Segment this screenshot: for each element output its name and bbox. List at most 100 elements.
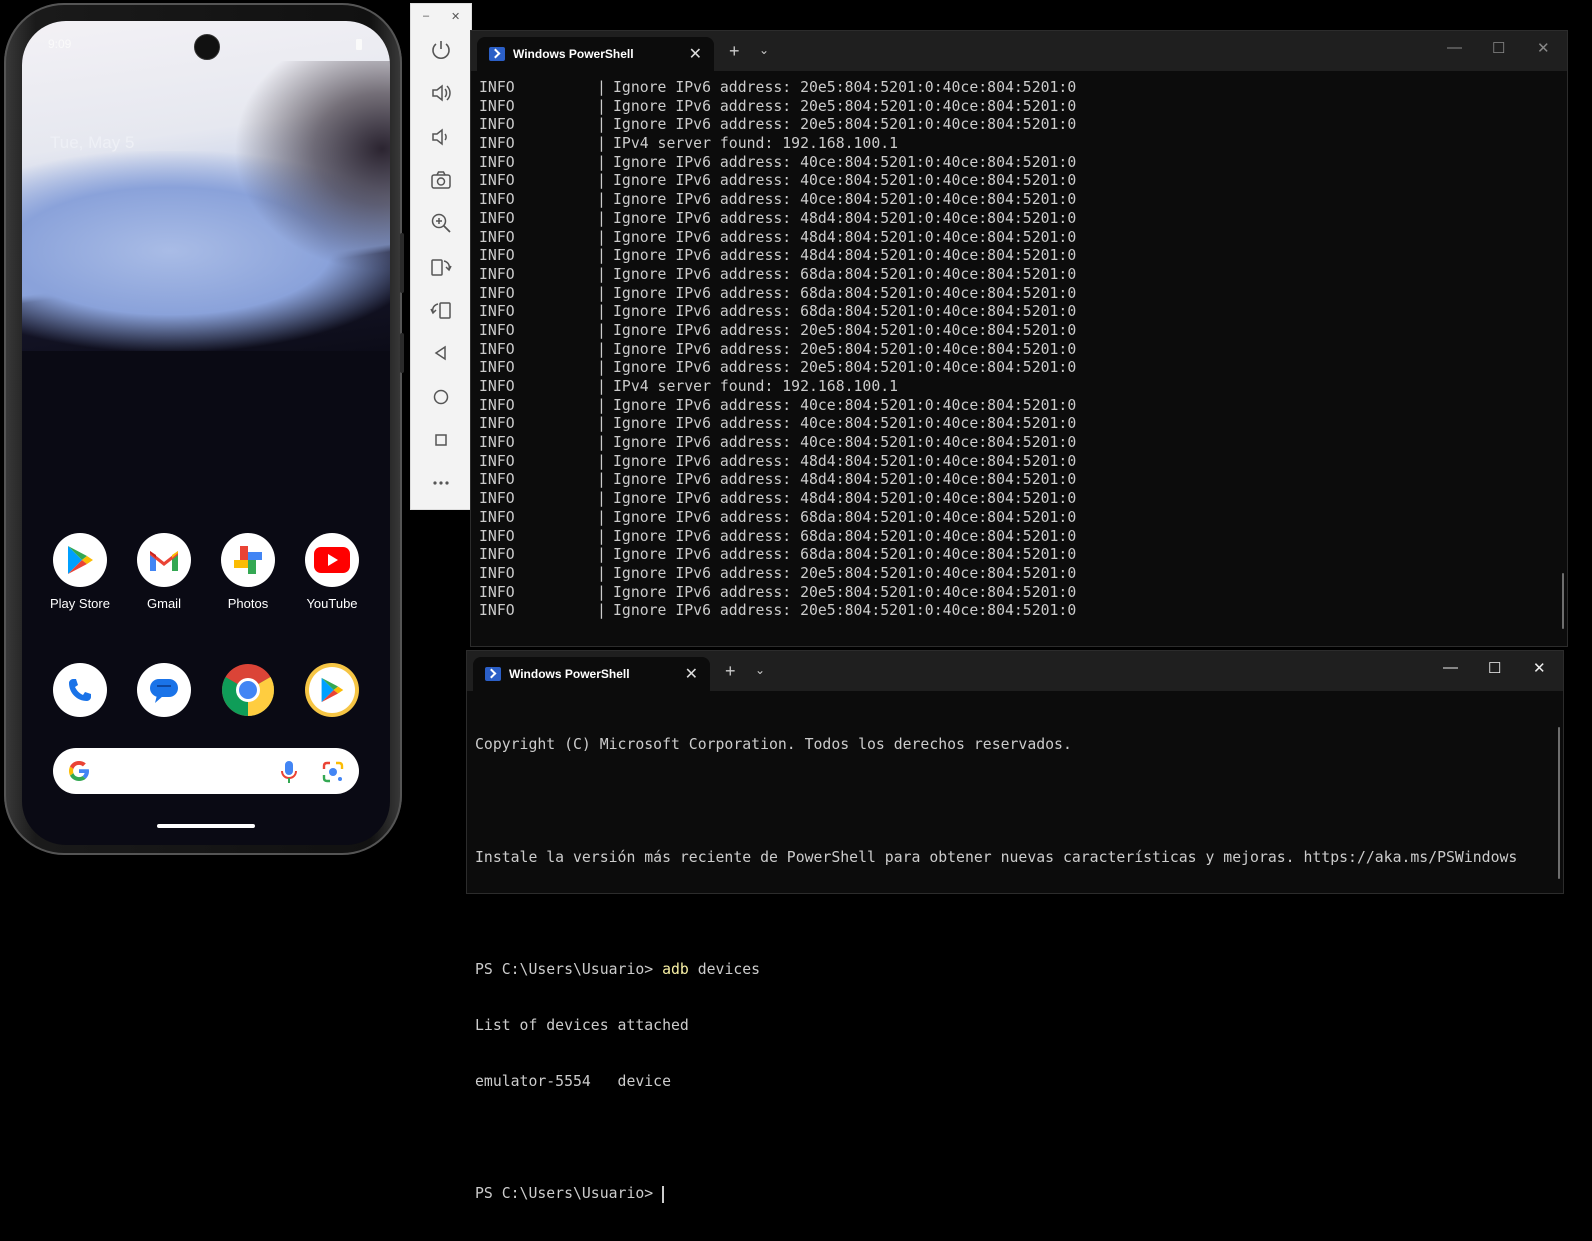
tab-dropdown-button[interactable]: ⌄ <box>755 663 765 677</box>
powershell-icon <box>485 667 501 681</box>
zoom-icon <box>431 213 451 233</box>
terminal-tab[interactable]: Windows PowerShell ✕ <box>477 37 714 71</box>
minimize-button[interactable]: — <box>1443 659 1458 676</box>
new-tab-button[interactable]: + <box>729 41 740 62</box>
power-side-button <box>400 333 404 373</box>
title-bar[interactable]: Windows PowerShell ✕ + ⌄ — ☐ ✕ <box>471 31 1567 71</box>
close-button[interactable]: ✕ <box>1533 659 1546 677</box>
log-message: Ignore IPv6 address: 48d4:804:5201:0:40c… <box>613 247 1077 265</box>
date-widget[interactable]: Tue, May 5 <box>50 133 134 153</box>
app-play-store[interactable]: Play Store <box>38 533 122 611</box>
scrollbar-thumb[interactable] <box>1562 573 1564 629</box>
home-button[interactable] <box>411 378 471 416</box>
app-gmail[interactable]: Gmail <box>122 533 206 611</box>
app-label: YouTube <box>306 596 358 611</box>
log-line: INFO | Ignore IPv6 address: 40ce:804:5201:… <box>479 191 1076 210</box>
scrollbar-thumb[interactable] <box>1558 727 1560 879</box>
output-line: emulator-5554 device <box>475 1072 671 1090</box>
toolbar-minimize-button[interactable]: – <box>423 10 429 22</box>
terminal-output[interactable]: Copyright (C) Microsoft Corporation. Tod… <box>475 699 1517 1241</box>
log-message: Ignore IPv6 address: 68da:804:5201:0:40c… <box>613 265 1077 283</box>
zoom-button[interactable] <box>411 204 471 242</box>
log-message: IPv4 server found: 192.168.100.1 <box>613 378 899 395</box>
log-message: Ignore IPv6 address: 20e5:804:5201:0:40c… <box>613 583 1077 601</box>
log-line: INFO | Ignore IPv6 address: 20e5:804:5201:… <box>479 98 1076 117</box>
mic-icon[interactable] <box>281 760 297 789</box>
output-line: List of devices attached <box>475 1016 689 1034</box>
log-message: Ignore IPv6 address: 20e5:804:5201:0:40c… <box>613 116 1077 134</box>
log-line: INFO | Ignore IPv6 address: 20e5:804:5201:… <box>479 322 1076 341</box>
overview-button[interactable] <box>411 421 471 459</box>
front-camera-cutout <box>194 34 220 60</box>
log-separator: | <box>597 583 606 601</box>
tab-close-button[interactable]: ✕ <box>685 664 698 684</box>
dock-chrome[interactable] <box>206 663 290 717</box>
log-line: INFO | Ignore IPv6 address: 68da:804:5201:… <box>479 509 1076 528</box>
powershell-window-top: Windows PowerShell ✕ + ⌄ — ☐ ✕ INFO | Igno… <box>470 30 1568 647</box>
rotate-left-button[interactable] <box>411 248 471 286</box>
home-icon <box>433 389 449 405</box>
maximize-button[interactable]: ☐ <box>1492 39 1505 57</box>
log-line: INFO | Ignore IPv6 address: 20e5:804:5201:… <box>479 602 1076 621</box>
lens-icon[interactable] <box>321 760 345 789</box>
log-level: INFO <box>479 303 515 321</box>
rotate-right-button[interactable] <box>411 291 471 329</box>
dock-messages[interactable] <box>122 663 206 717</box>
log-separator: | <box>597 135 606 153</box>
log-message: Ignore IPv6 address: 68da:804:5201:0:40c… <box>613 303 1077 321</box>
log-line: INFO | Ignore IPv6 address: 20e5:804:5201:… <box>479 116 1076 135</box>
log-separator: | <box>597 452 606 470</box>
log-line: INFO | Ignore IPv6 address: 40ce:804:5201:… <box>479 154 1076 173</box>
volume-down-icon <box>432 128 447 146</box>
volume-down-button[interactable] <box>411 118 471 156</box>
back-icon <box>434 345 446 361</box>
input-line[interactable]: PS C:\Users\Usuario> <box>475 1185 1517 1204</box>
tab-title: Windows PowerShell <box>509 667 630 681</box>
terminal-tab[interactable]: Windows PowerShell ✕ <box>473 657 710 691</box>
tab-dropdown-button[interactable]: ⌄ <box>759 43 769 57</box>
power-button[interactable] <box>411 31 471 69</box>
log-level: INFO <box>479 359 515 377</box>
log-line: INFO | Ignore IPv6 address: 20e5:804:5201:… <box>479 79 1076 98</box>
log-message: Ignore IPv6 address: 68da:804:5201:0:40c… <box>613 546 1077 564</box>
log-separator: | <box>597 247 606 265</box>
log-message: Ignore IPv6 address: 48d4:804:5201:0:40c… <box>613 471 1077 489</box>
log-level: INFO <box>479 172 515 190</box>
tab-title: Windows PowerShell <box>513 47 634 61</box>
close-button[interactable]: ✕ <box>1537 39 1550 57</box>
log-line: INFO | Ignore IPv6 address: 48d4:804:5201:… <box>479 453 1076 472</box>
title-bar[interactable]: Windows PowerShell ✕ + ⌄ — ☐ ✕ <box>467 651 1563 691</box>
app-youtube[interactable]: YouTube <box>290 533 374 611</box>
log-line: INFO | Ignore IPv6 address: 20e5:804:5201:… <box>479 341 1076 360</box>
google-g-icon <box>67 759 91 788</box>
minimize-button[interactable]: — <box>1447 39 1462 56</box>
tab-close-button[interactable]: ✕ <box>689 44 702 64</box>
gesture-navigation-bar[interactable] <box>157 824 255 828</box>
log-line: INFO | Ignore IPv6 address: 40ce:804:5201:… <box>479 434 1076 453</box>
app-label: Gmail <box>147 596 181 611</box>
dock-phone[interactable] <box>38 663 122 717</box>
app-photos[interactable]: Photos <box>206 533 290 611</box>
install-message-line: Instale la versión más reciente de Power… <box>475 848 1518 866</box>
screenshot-button[interactable] <box>411 161 471 199</box>
new-tab-button[interactable]: + <box>725 661 736 682</box>
dock-play-games[interactable] <box>290 663 374 717</box>
log-separator: | <box>597 564 606 582</box>
more-button[interactable] <box>411 464 471 502</box>
google-search-bar[interactable] <box>53 748 359 794</box>
rotate-right-icon <box>430 302 451 319</box>
log-message: Ignore IPv6 address: 68da:804:5201:0:40c… <box>613 508 1077 526</box>
log-line: INFO | IPv4 server found: 192.168.100.1 <box>479 378 1076 397</box>
maximize-button[interactable]: ☐ <box>1488 659 1501 677</box>
log-message: Ignore IPv6 address: 40ce:804:5201:0:40c… <box>613 396 1077 414</box>
phone-home-screen[interactable]: 9:09 Tue, May 5 Play Store Gmail Photos … <box>22 21 390 845</box>
volume-up-button[interactable] <box>411 74 471 112</box>
toolbar-close-button[interactable]: ✕ <box>451 10 460 23</box>
back-button[interactable] <box>411 334 471 372</box>
log-line: INFO | Ignore IPv6 address: 68da:804:5201:… <box>479 528 1076 547</box>
log-message: Ignore IPv6 address: 48d4:804:5201:0:40c… <box>613 452 1077 470</box>
log-level: INFO <box>479 490 515 508</box>
log-separator: | <box>597 79 606 96</box>
terminal-output[interactable]: INFO | Ignore IPv6 address: 20e5:804:5201:… <box>479 79 1076 621</box>
